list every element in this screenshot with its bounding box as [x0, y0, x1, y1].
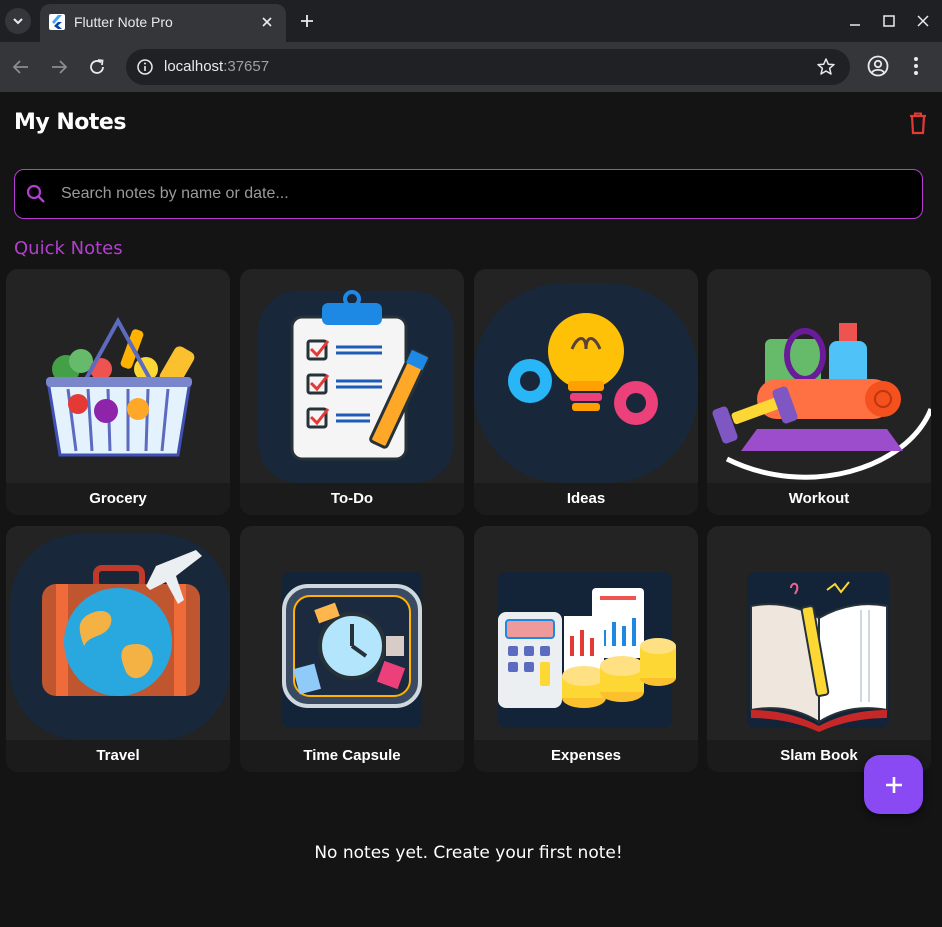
app-body: My Notes Quick Notes Grocery [0, 92, 942, 927]
close-window-button[interactable] [912, 10, 934, 32]
card-label: Workout [707, 483, 931, 515]
card-label: Travel [6, 740, 230, 772]
grocery-basket-icon [46, 316, 195, 457]
quick-note-card-time-capsule[interactable]: Time Capsule [240, 526, 464, 772]
section-title: Quick Notes [14, 238, 123, 259]
card-label: Time Capsule [240, 740, 464, 772]
open-book-icon [747, 572, 889, 732]
browser-titlebar: Flutter Note Pro [0, 0, 942, 42]
maximize-button[interactable] [878, 10, 900, 32]
trash-icon[interactable] [907, 111, 929, 135]
plus-icon [885, 776, 902, 793]
quick-note-card-ideas[interactable]: Ideas [474, 269, 698, 515]
bookmark-star-icon[interactable] [816, 57, 836, 77]
browser-toolbar: localhost:37657 [0, 42, 942, 92]
plus-icon [301, 15, 313, 27]
arrow-left-icon [12, 60, 28, 74]
back-button[interactable] [8, 54, 34, 80]
lightbulb-gears-icon [474, 283, 698, 483]
dumbbell-mat-icon [712, 323, 931, 480]
new-tab-button[interactable] [296, 10, 318, 32]
minimize-icon [850, 24, 860, 26]
empty-state-message: No notes yet. Create your first note! [314, 843, 623, 863]
arrow-right-icon [52, 60, 68, 74]
card-label: Grocery [6, 483, 230, 515]
close-icon [917, 15, 929, 27]
profile-icon[interactable] [866, 54, 890, 78]
search-icon [26, 184, 45, 203]
card-label: Ideas [474, 483, 698, 515]
calculator-coins-icon [498, 572, 676, 728]
card-label: To-Do [240, 483, 464, 515]
card-label: Expenses [474, 740, 698, 772]
maximize-icon [883, 15, 895, 27]
minimize-button[interactable] [844, 10, 866, 32]
close-tab-icon[interactable] [258, 13, 276, 31]
tab-search-button[interactable] [5, 8, 31, 34]
browser-menu-icon[interactable] [905, 54, 927, 78]
page-title: My Notes [14, 110, 126, 135]
clock-capsule-icon [282, 572, 422, 728]
add-note-button[interactable] [864, 755, 923, 814]
quick-note-card-workout[interactable]: Workout [707, 269, 931, 515]
forward-button[interactable] [46, 54, 72, 80]
quick-note-card-todo[interactable]: To-Do [240, 269, 464, 515]
site-info-icon[interactable] [136, 58, 154, 76]
url-text: localhost:37657 [164, 58, 270, 75]
address-bar[interactable]: localhost:37657 [126, 49, 850, 85]
reload-button[interactable] [84, 54, 110, 80]
browser-tab[interactable]: Flutter Note Pro [40, 4, 286, 42]
clipboard-checklist-icon [258, 290, 454, 483]
search-input[interactable] [61, 183, 901, 205]
search-box [14, 169, 923, 219]
quick-note-card-expenses[interactable]: Expenses [474, 526, 698, 772]
quick-note-card-grocery[interactable]: Grocery [6, 269, 230, 515]
reload-icon [90, 59, 104, 74]
tab-title: Flutter Note Pro [74, 14, 173, 30]
quick-note-card-slam-book[interactable]: Slam Book [707, 526, 931, 772]
suitcase-globe-icon [10, 534, 230, 740]
quick-note-card-travel[interactable]: Travel [6, 526, 230, 772]
flutter-icon [49, 14, 65, 30]
chevron-down-icon [13, 18, 23, 25]
